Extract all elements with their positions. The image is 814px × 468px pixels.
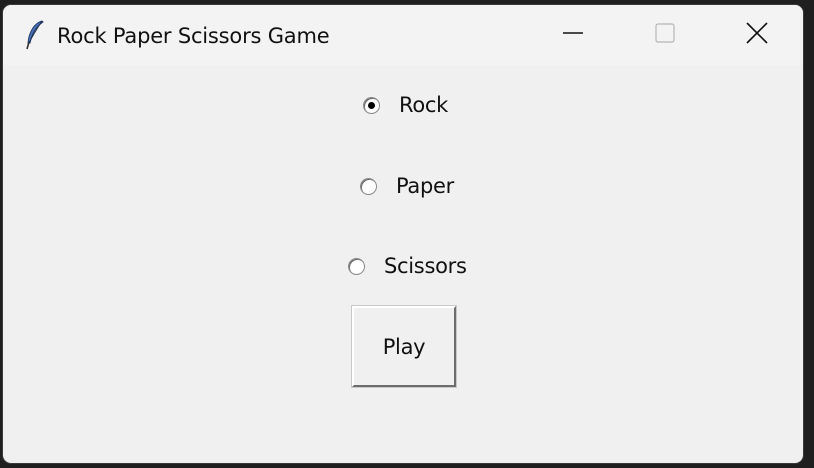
- window-title: Rock Paper Scissors Game: [57, 24, 330, 48]
- scissors-radio-button[interactable]: [348, 257, 365, 275]
- maximize-icon: [655, 23, 675, 47]
- rock-radio-label: Rock: [399, 93, 449, 117]
- maximize-button[interactable]: [619, 5, 711, 65]
- feather-icon: [23, 19, 47, 51]
- radio-option-rock[interactable]: Rock: [363, 90, 448, 120]
- radio-option-paper[interactable]: Paper: [360, 171, 454, 201]
- scissors-radio-label: Scissors: [384, 254, 467, 278]
- app-window: Rock Paper Scissors Game Rock Paper Scis…: [2, 4, 804, 464]
- minimize-button[interactable]: [527, 5, 619, 65]
- title-bar[interactable]: Rock Paper Scissors Game: [3, 5, 803, 65]
- radio-option-scissors[interactable]: Scissors: [348, 251, 467, 281]
- paper-radio-label: Paper: [396, 174, 454, 198]
- main-content: Rock Paper Scissors Play: [3, 65, 803, 463]
- play-button[interactable]: Play: [352, 306, 456, 387]
- paper-radio-button[interactable]: [360, 177, 377, 195]
- close-icon: [746, 22, 768, 48]
- rock-radio-button[interactable]: [363, 96, 380, 114]
- close-button[interactable]: [711, 5, 803, 65]
- minimize-icon: [563, 23, 583, 47]
